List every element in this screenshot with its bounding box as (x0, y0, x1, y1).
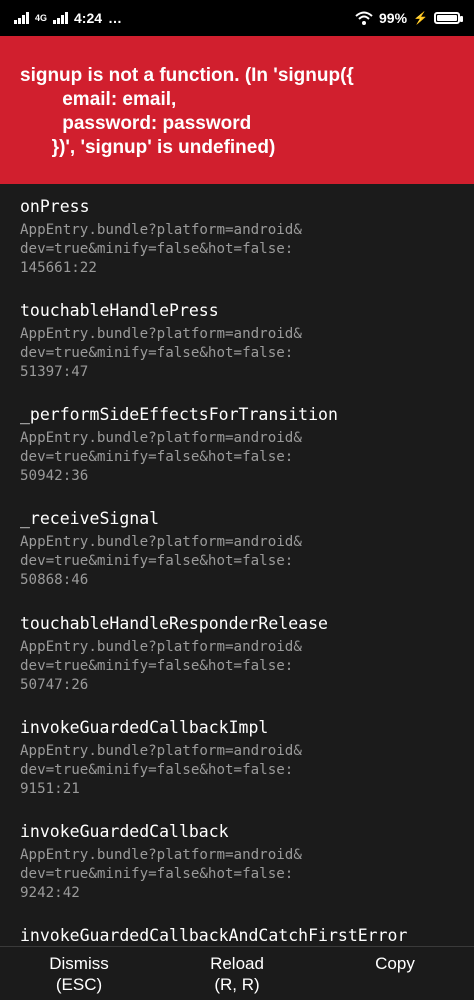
dismiss-button[interactable]: Dismiss (ESC) (0, 947, 158, 1000)
stack-frame[interactable]: onPress AppEntry.bundle?platform=android… (20, 196, 302, 278)
frame-method: touchableHandlePress (20, 301, 219, 320)
frame-location: AppEntry.bundle?platform=android& dev=tr… (20, 326, 302, 380)
frame-location: AppEntry.bundle?platform=android& dev=tr… (20, 639, 302, 693)
signal-icon (14, 12, 29, 24)
frame-method: invokeGuardedCallbackAndCatchFirstError (20, 926, 408, 945)
stack-frame[interactable]: _receiveSignal AppEntry.bundle?platform=… (20, 508, 302, 590)
reload-shortcut: (R, R) (214, 975, 260, 994)
wifi-icon (355, 11, 373, 25)
frame-location: AppEntry.bundle?platform=android& dev=tr… (20, 222, 302, 276)
error-header: signup is not a function. (In 'signup({ … (0, 36, 474, 184)
battery-percent: 99% (379, 10, 408, 26)
frame-method: invokeGuardedCallback (20, 822, 229, 841)
status-left: 4G 4:24 … (14, 10, 123, 26)
frame-method: _performSideEffectsForTransition (20, 405, 338, 424)
frame-location: AppEntry.bundle?platform=android& dev=tr… (20, 430, 302, 484)
stack-trace-list[interactable]: onPress AppEntry.bundle?platform=android… (0, 184, 474, 946)
status-right: 99% ⚡ (355, 10, 463, 26)
footer-toolbar: Dismiss (ESC) Reload (R, R) Copy (0, 946, 474, 1000)
network-type: 4G (35, 12, 48, 23)
copy-button[interactable]: Copy (316, 947, 474, 1000)
stack-frame[interactable]: invokeGuardedCallbackAndCatchFirstError (20, 925, 407, 946)
battery-icon (434, 12, 463, 24)
dismiss-label: Dismiss (49, 954, 109, 973)
stack-frame[interactable]: _performSideEffectsForTransition AppEntr… (20, 404, 338, 486)
frame-location: AppEntry.bundle?platform=android& dev=tr… (20, 534, 302, 588)
frame-method: _receiveSignal (20, 509, 160, 528)
status-bar: 4G 4:24 … 99% ⚡ (0, 0, 474, 36)
more-notifications-icon: … (108, 10, 124, 26)
clock: 4:24 (74, 10, 103, 26)
charging-icon: ⚡ (413, 11, 428, 25)
reload-label: Reload (210, 954, 264, 973)
stack-frame[interactable]: touchableHandlePress AppEntry.bundle?pla… (20, 300, 302, 382)
error-message: signup is not a function. (In 'signup({ … (20, 65, 354, 158)
stack-frame[interactable]: invokeGuardedCallbackImpl AppEntry.bundl… (20, 717, 302, 799)
frame-method: touchableHandleResponderRelease (20, 614, 328, 633)
copy-label: Copy (375, 954, 415, 973)
frame-location: AppEntry.bundle?platform=android& dev=tr… (20, 743, 302, 797)
signal-icon-2 (53, 12, 69, 24)
dismiss-shortcut: (ESC) (55, 975, 103, 994)
frame-method: invokeGuardedCallbackImpl (20, 718, 269, 737)
stack-frame[interactable]: touchableHandleResponderRelease AppEntry… (20, 613, 328, 695)
reload-button[interactable]: Reload (R, R) (158, 947, 316, 1000)
stack-frame[interactable]: invokeGuardedCallback AppEntry.bundle?pl… (20, 821, 302, 903)
frame-method: onPress (20, 197, 90, 216)
frame-location: AppEntry.bundle?platform=android& dev=tr… (20, 847, 302, 901)
